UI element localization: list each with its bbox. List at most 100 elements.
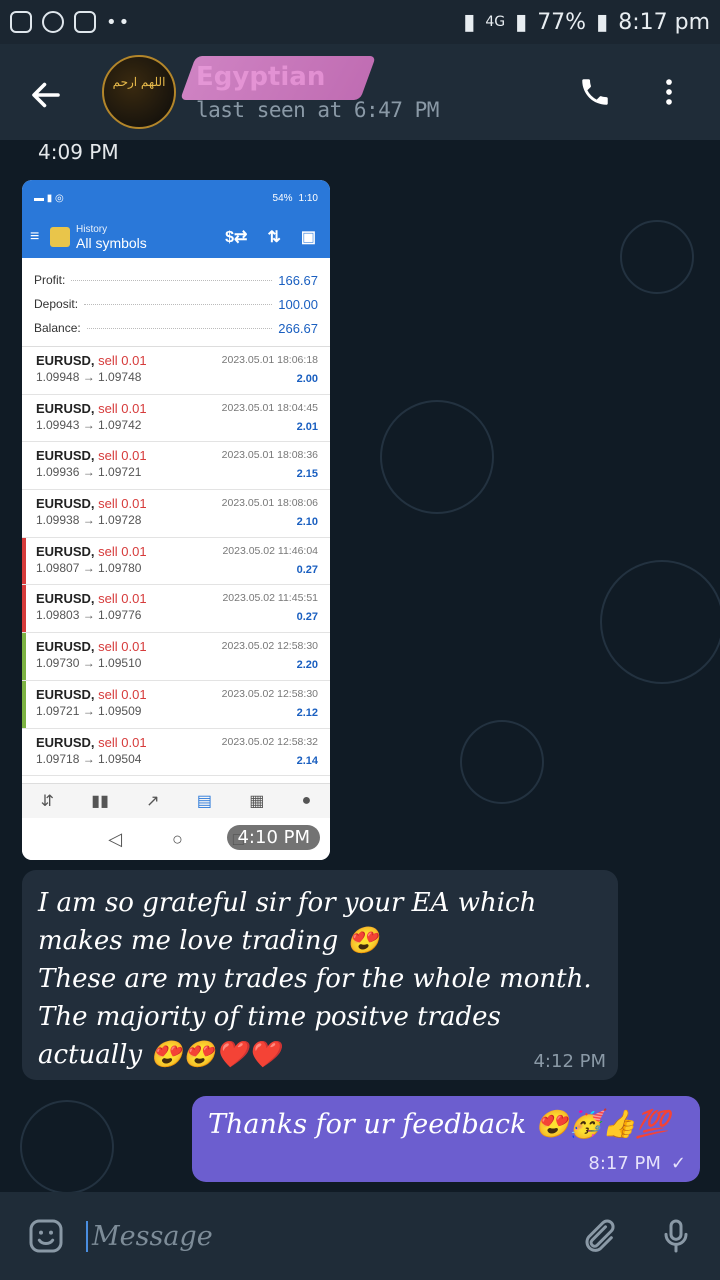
microphone-icon[interactable]: [656, 1216, 696, 1256]
back-button[interactable]: [28, 77, 60, 108]
trade-date: 2023.05.01 18:08:36: [221, 449, 318, 462]
trade-prices: 1.09718 → 1.09504: [36, 751, 142, 766]
trade-prices: 1.09936 → 1.09721: [36, 465, 142, 480]
summary-value: 100.00: [278, 296, 318, 312]
trade-side: sell 0.01: [98, 448, 147, 464]
summary-row: Balance: 266.67: [34, 316, 318, 340]
chat-header: اللهم ارحم Egyptian last seen at 6:47 PM: [0, 44, 720, 140]
trade-prices: 1.09938 → 1.09728: [36, 513, 142, 528]
screenshot-status-icons: ▬ ▮ ◎: [34, 192, 64, 204]
background-doodle: [380, 400, 494, 514]
trade-side: sell 0.01: [98, 591, 147, 607]
trade-symbol: EURUSD,: [36, 639, 95, 655]
avatar-text: اللهم ارحم: [112, 75, 166, 89]
message-line: These are my trades for the whole month.: [38, 964, 592, 994]
message-line: The majority of time positve trades: [38, 1002, 501, 1032]
previous-message-time: 4:09 PM: [38, 140, 119, 164]
quotes-icon: ⇵: [40, 793, 55, 810]
app-logo-icon: [50, 227, 70, 247]
incoming-message[interactable]: I am so grateful sir for your EA which m…: [22, 870, 618, 1080]
attach-icon[interactable]: [578, 1216, 618, 1256]
chart-icon: ▮▮: [91, 793, 109, 810]
background-doodle: [20, 1100, 114, 1192]
background-doodle: [460, 720, 544, 804]
history-icon: ▤: [196, 793, 212, 810]
screenshot-time: 1:10: [298, 192, 318, 204]
last-seen: last seen at 6:47 PM: [196, 98, 439, 122]
network-label: 4G: [485, 14, 506, 30]
trade-date: 2023.05.02 12:58:32: [221, 735, 318, 748]
trade-prices: 1.09803 → 1.09776: [36, 608, 142, 623]
image-message[interactable]: ▬ ▮ ◎ 54% 1:10 ≡ History All symbols $⇄ …: [22, 180, 330, 860]
trade-row: EURUSD, sell 0.01 1.09948 → 1.09748 2023.0…: [22, 347, 330, 395]
summary-value: 166.67: [278, 272, 318, 288]
trade-status-mark: [22, 680, 26, 728]
message-time: 4:12 PM: [533, 1051, 606, 1072]
avatar[interactable]: اللهم ارحم: [102, 55, 176, 129]
background-doodle: [620, 220, 694, 294]
message-line: makes me love trading 😍: [38, 926, 379, 956]
history-summary: Profit: 166.67 Deposit: 100.00 Balance: …: [22, 258, 330, 347]
trade-profit: 0.27: [296, 611, 318, 624]
trade-profit: 2.20: [296, 659, 318, 672]
trade-symbol: EURUSD,: [36, 400, 95, 416]
message-text: Thanks for ur feedback 😍🥳👍💯: [208, 1109, 670, 1140]
news-icon: ▦: [249, 793, 265, 810]
nav-home-icon: ○: [172, 828, 183, 849]
back-arrow-icon: [32, 82, 60, 108]
trade-side: sell 0.01: [98, 496, 147, 512]
trade-status-mark: [22, 729, 26, 776]
calendar-icon: ▣: [300, 229, 316, 246]
chat-area[interactable]: 4:09 PM ▬ ▮ ◎ 54% 1:10 ≡ History All sym…: [0, 140, 720, 1192]
screenshot-title-top: History: [76, 223, 108, 235]
chat-icon: ●: [301, 792, 312, 809]
summary-label: Profit:: [34, 273, 66, 287]
background-doodle: [600, 560, 720, 684]
nav-back-icon: ◁: [108, 828, 123, 849]
trade-row: EURUSD, sell 0.01 1.09807 → 1.09780 2023.0…: [22, 537, 330, 586]
trade-profit: 2.00: [296, 373, 318, 385]
trade-side: sell 0.01: [98, 353, 147, 368]
trade-profit: 0.27: [296, 563, 318, 576]
contact-info[interactable]: Egyptian last seen at 6:47 PM: [179, 56, 439, 122]
trade-prices: 1.09730 → 1.09510: [36, 656, 142, 671]
signal-icon: ▮: [463, 9, 476, 35]
message-input[interactable]: Message: [86, 1220, 578, 1252]
message-time: 4:10 PM: [227, 825, 320, 850]
sort-icon: ⇅: [267, 229, 281, 246]
trade-prices: 1.09807 → 1.09780: [36, 560, 142, 575]
messenger-icon: [42, 11, 64, 33]
summary-label: Deposit:: [34, 297, 79, 311]
signal-icon: ▮: [515, 9, 528, 35]
trade-status-mark: [22, 585, 26, 633]
phone-icon[interactable]: [578, 75, 612, 109]
trade-row: EURUSD, sell 0.01 1.09718 → 1.09504 2023.0…: [22, 729, 330, 777]
outgoing-message[interactable]: Thanks for ur feedback 😍🥳👍💯 8:17 PM ✓: [192, 1096, 700, 1182]
message-time: 8:17 PM: [588, 1153, 661, 1174]
message-composer: Message: [0, 1192, 720, 1280]
currency-sort-icon: $⇄: [225, 229, 248, 246]
redaction-scribble: [179, 56, 377, 100]
trade-status-mark: [22, 347, 26, 394]
trade-row: EURUSD, sell 0.01 1.09730 → 1.09510 2023.0…: [22, 633, 330, 681]
trade-profit: 2.10: [296, 516, 318, 529]
trade-profit: 2.15: [296, 468, 318, 481]
trade-date: 2023.05.01 18:08:06: [221, 497, 318, 510]
screenshot-title-main: All symbols: [76, 234, 147, 251]
trade-date: 2023.05.01 18:06:18: [221, 354, 318, 366]
clock: 8:17 pm: [618, 9, 710, 35]
screenshot-battery: 54%: [272, 192, 293, 204]
emoji-icon[interactable]: [26, 1216, 66, 1256]
trade-row: EURUSD, sell 0.01 1.09721 → 1.09509 2023.0…: [22, 680, 330, 729]
screenshot-toolbar: ≡ History All symbols $⇄ ⇅ ▣: [22, 216, 330, 258]
instagram-icon: [10, 11, 32, 33]
trade-side: sell 0.01: [98, 639, 147, 655]
more-options-icon[interactable]: [652, 75, 686, 109]
status-bar: •• ▮ 4G ▮ 77% ▮ 8:17 pm: [0, 0, 720, 44]
summary-row: Deposit: 100.00: [34, 292, 318, 316]
trade-symbol: EURUSD,: [36, 734, 95, 750]
trade-icon: ↗: [146, 793, 160, 810]
trade-profit: 2.14: [296, 754, 318, 767]
trade-profit: 2.01: [296, 420, 318, 433]
message-line: actually 😍😍❤️❤️: [38, 1040, 280, 1070]
